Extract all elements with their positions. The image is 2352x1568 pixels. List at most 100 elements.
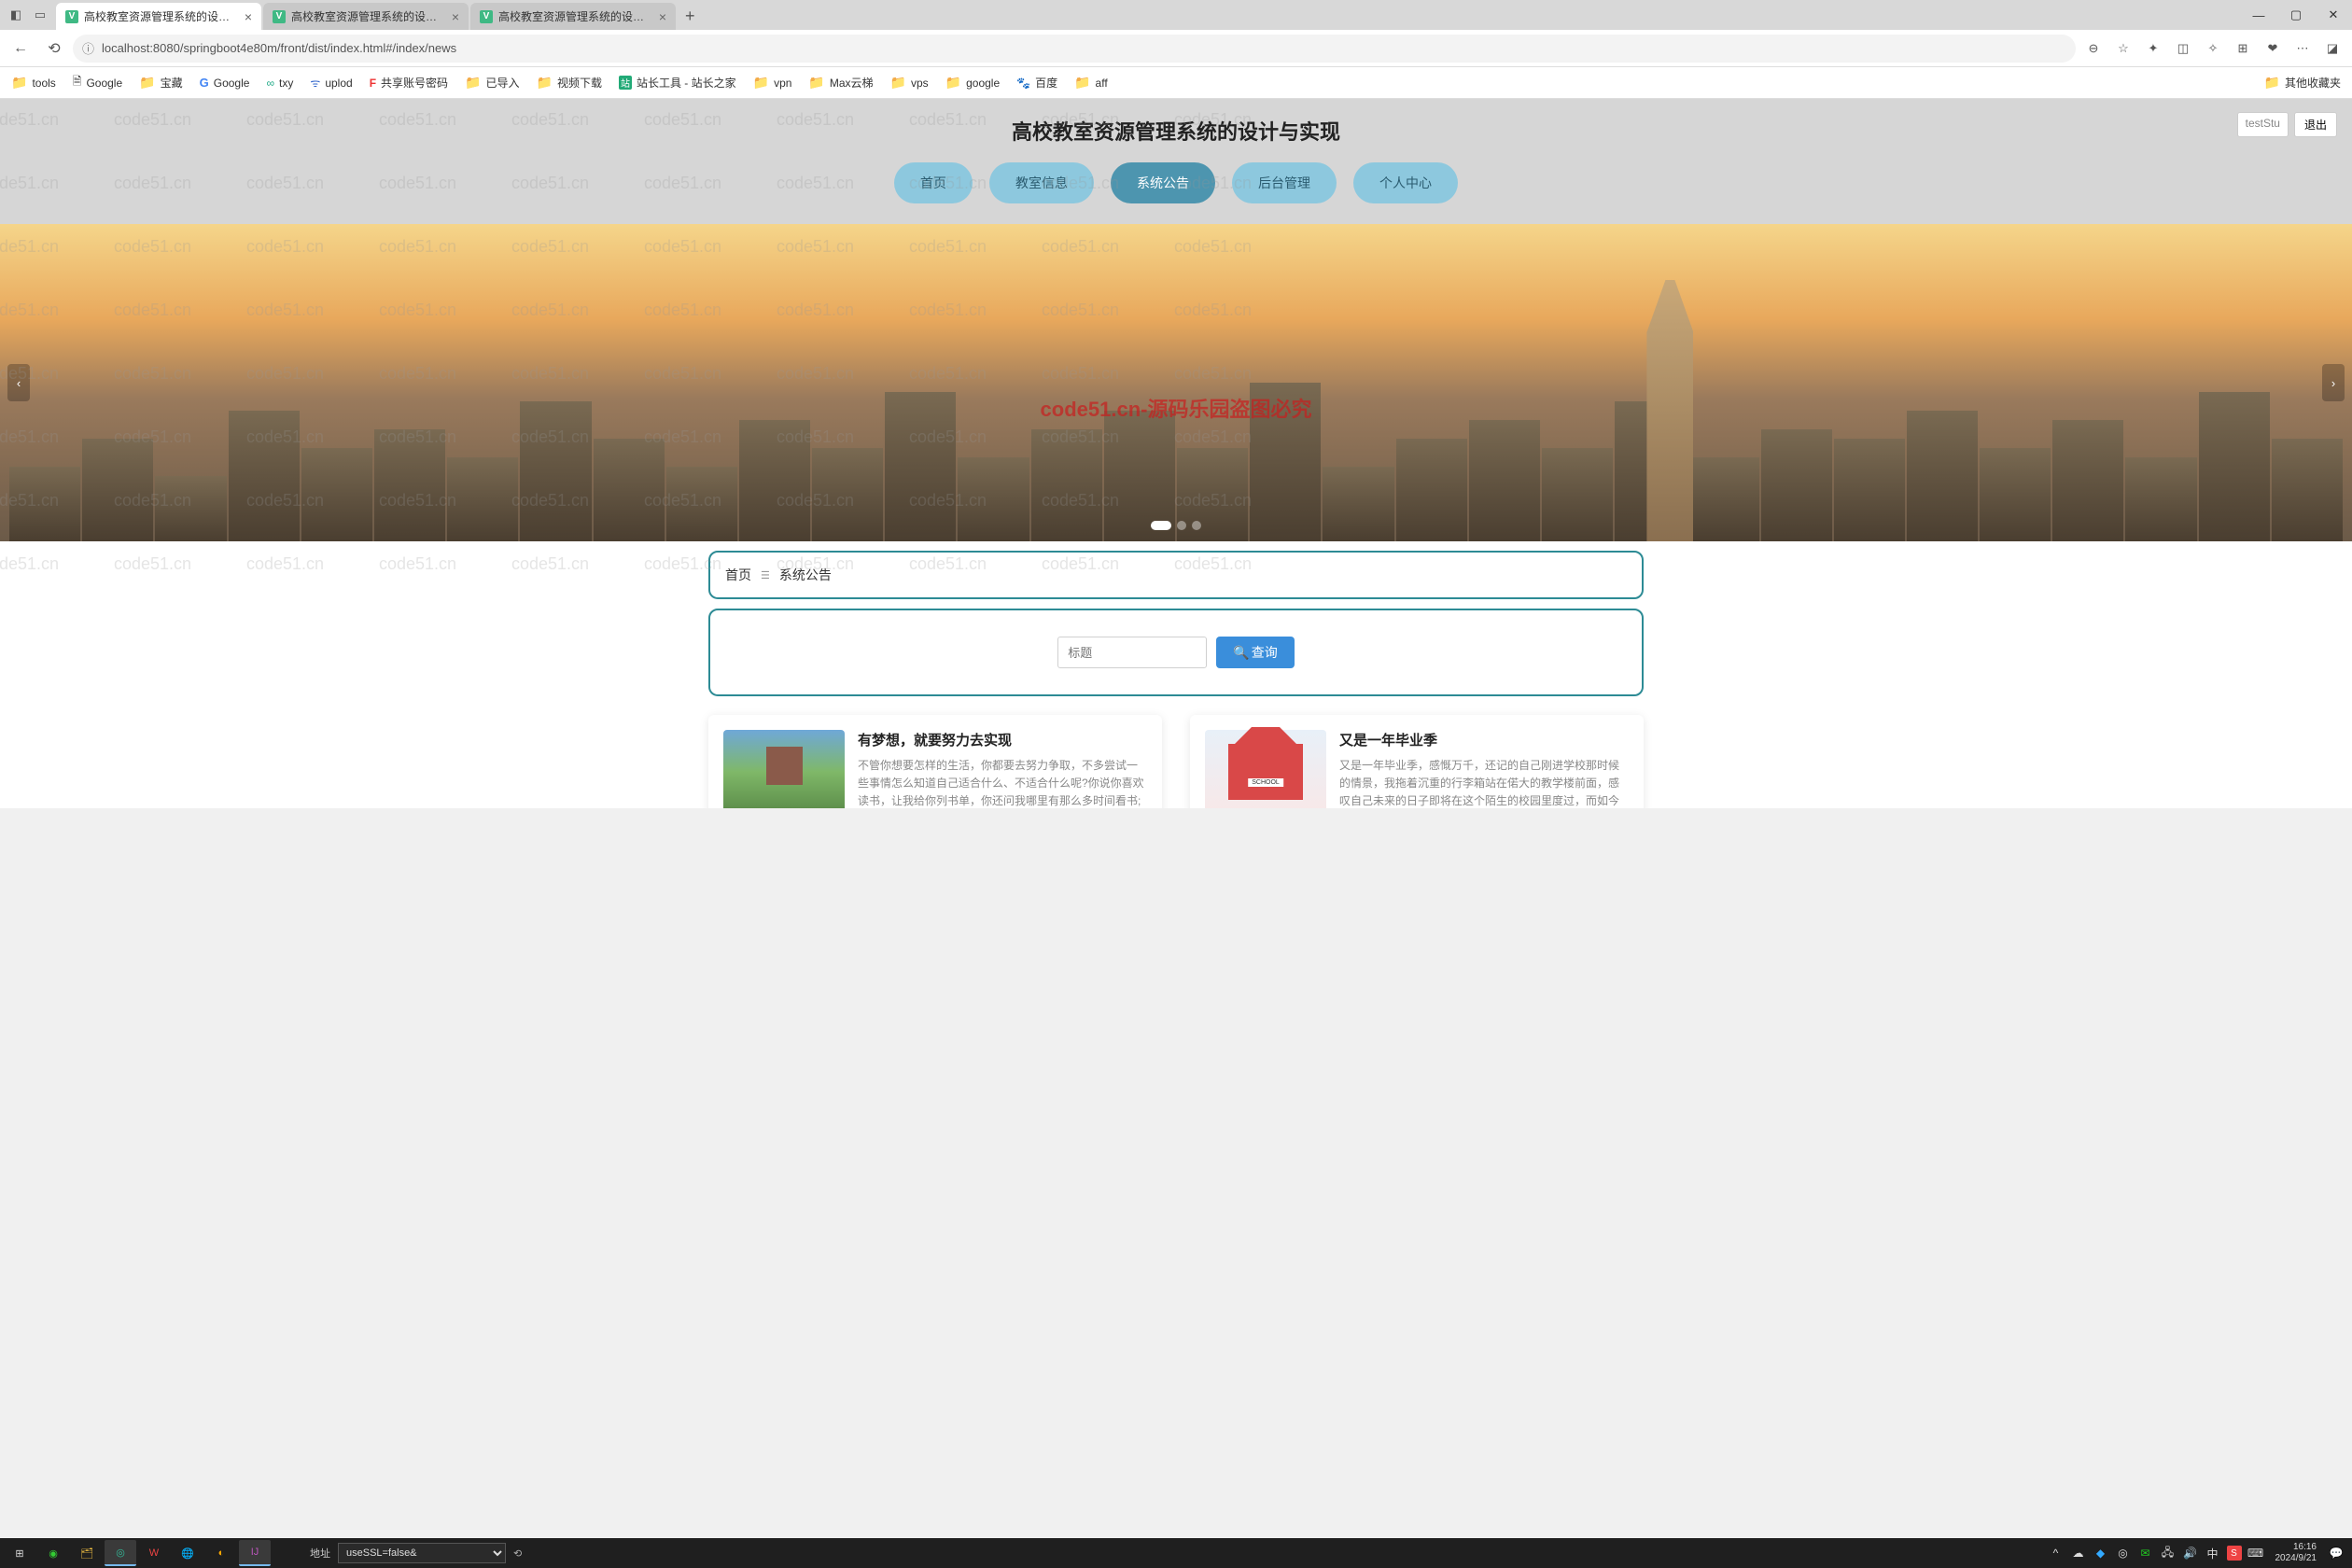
breadcrumb-home[interactable]: 首页 [725,566,751,584]
carousel-next-button[interactable]: › [2322,364,2345,401]
bookmark-item[interactable]: 🗎Google [69,70,126,95]
tray-wechat-icon[interactable]: ✉ [2137,1545,2154,1561]
nav-admin[interactable]: 后台管理 [1232,162,1337,203]
bookmark-item[interactable]: 🐾百度 [1013,72,1061,93]
bookmark-item[interactable]: 站站长工具 - 站长之家 [615,72,740,93]
tray-notify-icon[interactable]: ◆ [2093,1545,2109,1561]
bookmark-item[interactable]: 📁aff [1071,72,1112,93]
chrome-icon[interactable]: 🌐 [172,1540,203,1566]
close-icon[interactable]: × [245,9,252,24]
browser-tab[interactable]: V 高校教室资源管理系统的设计与实 × [56,3,261,30]
taskbar-refresh-icon[interactable]: ⟲ [513,1547,522,1560]
hero-watermark: code51.cn-源码乐园盗图必究 [1041,393,1312,423]
folder-icon: 📁 [1074,75,1090,91]
bookmark-item[interactable]: 📁宝藏 [135,72,186,93]
bookmark-item[interactable]: 📁vps [887,72,932,93]
nav-notice[interactable]: 系统公告 [1111,162,1215,203]
url-input[interactable]: ⓘ localhost:8080/springboot4e80m/front/d… [73,35,2076,63]
bookmarks-bar: 📁tools 🗎Google 📁宝藏 GGoogle ∞txy ᯤuplod F… [0,67,2352,99]
nav-classroom[interactable]: 教室信息 [989,162,1094,203]
other-bookmarks[interactable]: 📁其他收藏夹 [2261,72,2345,93]
news-card[interactable]: 又是一年毕业季 又是一年毕业季，感慨万千，还记的自己刚进学校那时候的情景，我拖着… [1190,715,1644,808]
bookmark-item[interactable]: ∞txy [262,74,297,92]
tray-sogou-icon[interactable]: S [2227,1546,2242,1561]
new-tab-button[interactable]: + [678,3,703,30]
page-viewport[interactable]: code51.cncode51.cncode51.cncode51.cncode… [0,99,2352,808]
edge-icon[interactable]: ◎ [105,1540,136,1566]
search-button[interactable]: 🔍 查询 [1216,637,1294,668]
tray-network-icon[interactable]: 🖧 [2160,1545,2177,1561]
taskbar-app[interactable]: ◐ [205,1540,237,1566]
back-button[interactable]: ← [6,34,35,63]
folder-icon: 📁 [808,75,824,91]
bookmark-item[interactable]: 📁vpn [749,72,796,93]
minimize-button[interactable]: — [2240,0,2277,30]
intellij-icon[interactable]: IJ [239,1540,271,1566]
carousel-dot[interactable] [1177,521,1186,530]
extension-puzzle-icon[interactable]: ✦ [2139,35,2167,63]
tray-app-icon[interactable]: ◎ [2115,1545,2132,1561]
cloud-icon: ∞ [266,77,274,90]
nav-profile[interactable]: 个人中心 [1353,162,1458,203]
folder-icon: 📁 [753,75,769,91]
logout-button[interactable]: 退出 [2294,112,2337,137]
user-badge[interactable]: testStu [2237,112,2289,137]
folder-icon: 📁 [537,75,553,91]
tray-input-icon[interactable]: ⌨ [2247,1545,2264,1561]
tabs-row: V 高校教室资源管理系统的设计与实 × V 高校教室资源管理系统的设计与实 × … [56,0,2240,30]
browser-tab[interactable]: V 高校教室资源管理系统的设计与实 × [263,3,469,30]
bookmark-item[interactable]: 📁google [942,72,1003,93]
start-button[interactable]: ⊞ [4,1540,35,1566]
search-input[interactable] [1057,637,1207,668]
bookmark-item[interactable]: 📁tools [7,72,60,93]
tray-chevron-icon[interactable]: ^ [2048,1545,2065,1561]
news-thumbnail [723,730,845,808]
sidebar-icon[interactable]: ◫ [2169,35,2197,63]
wps-icon[interactable]: W [138,1540,170,1566]
bookmark-item[interactable]: 📁Max云梯 [805,72,876,93]
carousel-dot[interactable] [1151,521,1171,530]
taskbar-addr-select[interactable]: useSSL=false& [338,1543,506,1563]
file-explorer-icon[interactable]: 🗂 [71,1540,103,1566]
page-title: 高校教室资源管理系统的设计与实现 [0,116,2352,146]
split-icon[interactable]: ◪ [2318,35,2346,63]
refresh-button[interactable]: ⟲ [39,34,69,63]
profile-icon[interactable]: ◧ [6,5,26,25]
more-icon[interactable]: ⋯ [2289,35,2317,63]
browser-tab[interactable]: V 高校教室资源管理系统的设计与实 × [470,3,676,30]
news-card[interactable]: 有梦想，就要努力去实现 不管你想要怎样的生活，你都要去努力争取，不多尝试一些事情… [708,715,1162,808]
bookmark-item[interactable]: 📁视频下载 [533,72,606,93]
tab-title: 高校教室资源管理系统的设计与实 [291,8,446,24]
carousel-dots [1151,521,1201,530]
close-window-button[interactable]: ✕ [2315,0,2352,30]
taskbar-clock[interactable]: 16:16 2024/9/21 [2270,1542,2323,1564]
collections-icon[interactable]: ✧ [2199,35,2227,63]
tray-notification-icon[interactable]: 💬 [2328,1545,2345,1561]
tray-ime-icon[interactable]: 中 [2205,1545,2221,1561]
upload-icon: ᯤ [310,75,320,91]
folder-icon: 📁 [11,75,27,91]
close-icon[interactable]: × [659,9,666,24]
tray-cloud-icon[interactable]: ☁ [2070,1545,2087,1561]
bookmark-item[interactable]: F共享账号密码 [366,72,452,93]
favorite-icon[interactable]: ☆ [2109,35,2137,63]
bookmark-item[interactable]: ᯤuplod [306,72,356,93]
folder-icon: 📁 [945,75,961,91]
zoom-icon[interactable]: ⊖ [2079,35,2107,63]
nav-home[interactable]: 首页 [894,162,973,203]
carousel-dot[interactable] [1192,521,1201,530]
tab-actions-icon[interactable]: ▭ [30,5,50,25]
favorites-icon[interactable]: ❤ [2259,35,2287,63]
taskbar-addr-label: 地址 [310,1546,330,1561]
vue-favicon-icon: V [273,10,286,23]
tray-volume-icon[interactable]: 🔊 [2182,1545,2199,1561]
bookmark-item[interactable]: 📁已导入 [461,72,523,93]
taskbar-app[interactable]: ◉ [37,1540,69,1566]
folder-icon: 📁 [465,75,481,91]
maximize-button[interactable]: ▢ [2277,0,2315,30]
close-icon[interactable]: × [452,9,459,24]
reading-list-icon[interactable]: ⊞ [2229,35,2257,63]
carousel-prev-button[interactable]: ‹ [7,364,30,401]
bookmark-item[interactable]: GGoogle [196,73,254,92]
zz-icon: 站 [619,76,632,90]
